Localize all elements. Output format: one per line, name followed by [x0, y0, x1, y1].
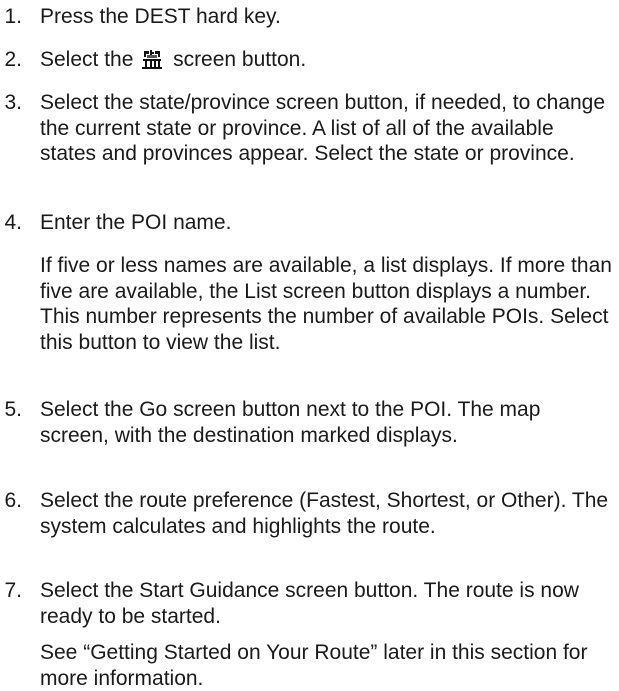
step-number: 7. [4, 579, 22, 602]
step-4: 4. Enter the POI name. [0, 210, 615, 236]
instruction-document: 1. Press the DEST hard key. 2. Select th… [0, 0, 619, 690]
step-number: 6. [4, 489, 22, 512]
step-text: Press the DEST hard key. [40, 5, 281, 28]
step-7: 7. Select the Start Guidance screen butt… [0, 578, 615, 629]
poi-landmark-icon [141, 49, 164, 69]
step-number: 4. [4, 211, 22, 234]
step-text: Select the Go screen button next to the … [40, 398, 541, 447]
step-6: 6. Select the route preference (Fastest,… [0, 488, 615, 539]
step-text-after: screen button. [167, 48, 307, 71]
step-7-note: See “Getting Started on Your Route” late… [40, 641, 588, 690]
step-text: Select the route preference (Fastest, Sh… [40, 489, 609, 538]
step-text: Select the Start Guidance screen button.… [40, 579, 579, 628]
step-text: Select the screen button. [40, 47, 615, 73]
step-1: 1. Press the DEST hard key. [0, 4, 615, 30]
step-4-note: If five or less names are available, a l… [40, 254, 612, 354]
step-2: 2. Select the screen button. [0, 47, 615, 73]
step-5: 5. Select the Go screen button next to t… [0, 397, 615, 448]
step-text-before: Select the [40, 48, 140, 71]
step-number: 2. [4, 48, 22, 71]
step-number: 1. [4, 5, 22, 28]
step-number: 5. [4, 398, 22, 421]
step-number: 3. [4, 91, 22, 114]
step-text: Enter the POI name. [40, 211, 232, 234]
step-3: 3. Select the state/province screen butt… [0, 90, 615, 167]
step-text: Select the state/province screen button,… [40, 91, 606, 165]
